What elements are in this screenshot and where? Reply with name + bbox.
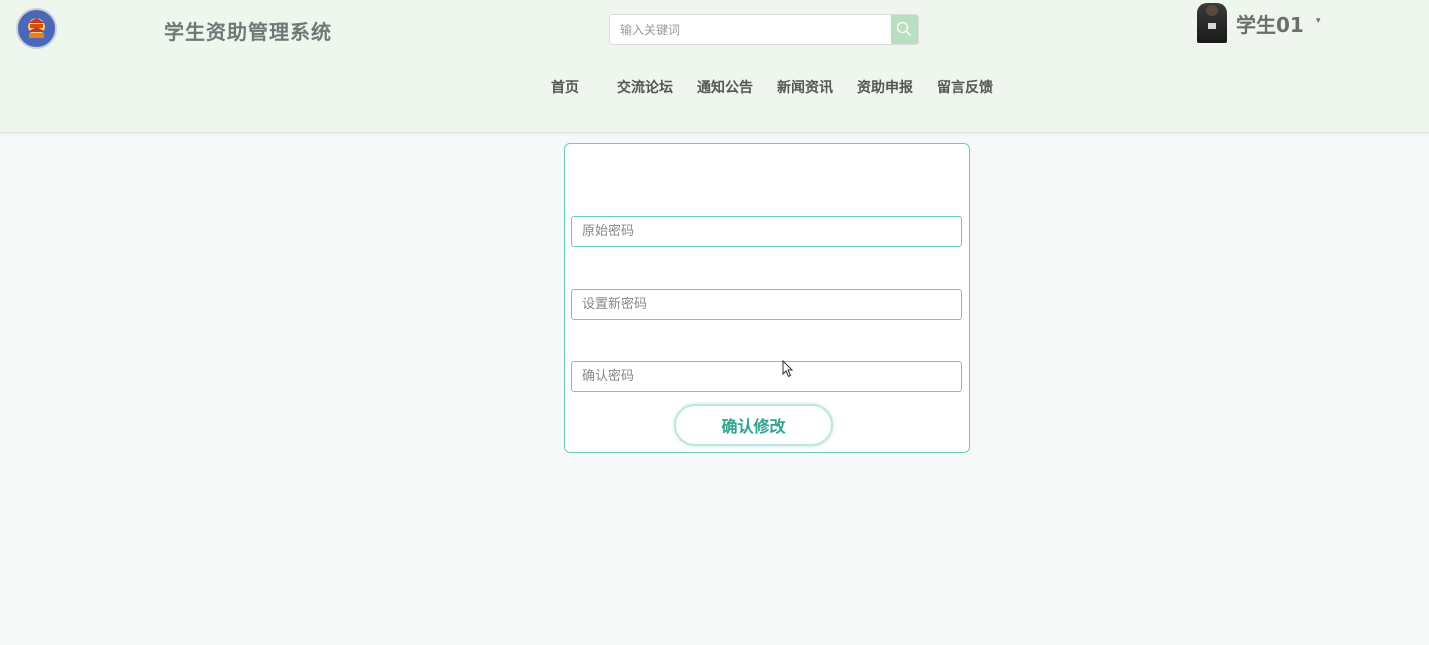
site-title: 学生资助管理系统: [164, 20, 332, 44]
nav-item-notices[interactable]: 通知公告: [697, 77, 753, 97]
chevron-down-icon[interactable]: ▾: [1316, 16, 1321, 26]
temple-icon: [27, 18, 46, 38]
nav-item-news[interactable]: 新闻资讯: [777, 77, 833, 97]
search-icon: [896, 21, 911, 36]
nav-item-feedback[interactable]: 留言反馈: [937, 77, 993, 97]
new-password-field[interactable]: [571, 289, 962, 320]
search-box: [609, 14, 919, 45]
user-name[interactable]: 学生01: [1236, 9, 1304, 38]
nav-item-home[interactable]: 首页: [551, 77, 579, 97]
search-input[interactable]: [610, 15, 892, 44]
confirm-change-button[interactable]: 确认修改: [674, 404, 833, 446]
old-password-field[interactable]: [571, 216, 962, 247]
user-avatar[interactable]: [1197, 3, 1227, 43]
nav-item-forum[interactable]: 交流论坛: [617, 77, 673, 97]
main-nav: 首页 交流论坛 通知公告 新闻资讯 资助申报 留言反馈: [0, 77, 1429, 97]
search-button[interactable]: [891, 15, 918, 44]
change-password-form: 确认修改: [564, 143, 970, 453]
mouse-cursor-icon: [782, 360, 794, 378]
confirm-password-field[interactable]: [571, 361, 962, 392]
header: 学生资助管理系统 学生01 ▾ 首页 交流论坛 通知公告 新闻资讯 资助申报 留…: [0, 0, 1429, 133]
site-logo[interactable]: [16, 8, 57, 49]
nav-item-aid-application[interactable]: 资助申报: [857, 77, 913, 97]
